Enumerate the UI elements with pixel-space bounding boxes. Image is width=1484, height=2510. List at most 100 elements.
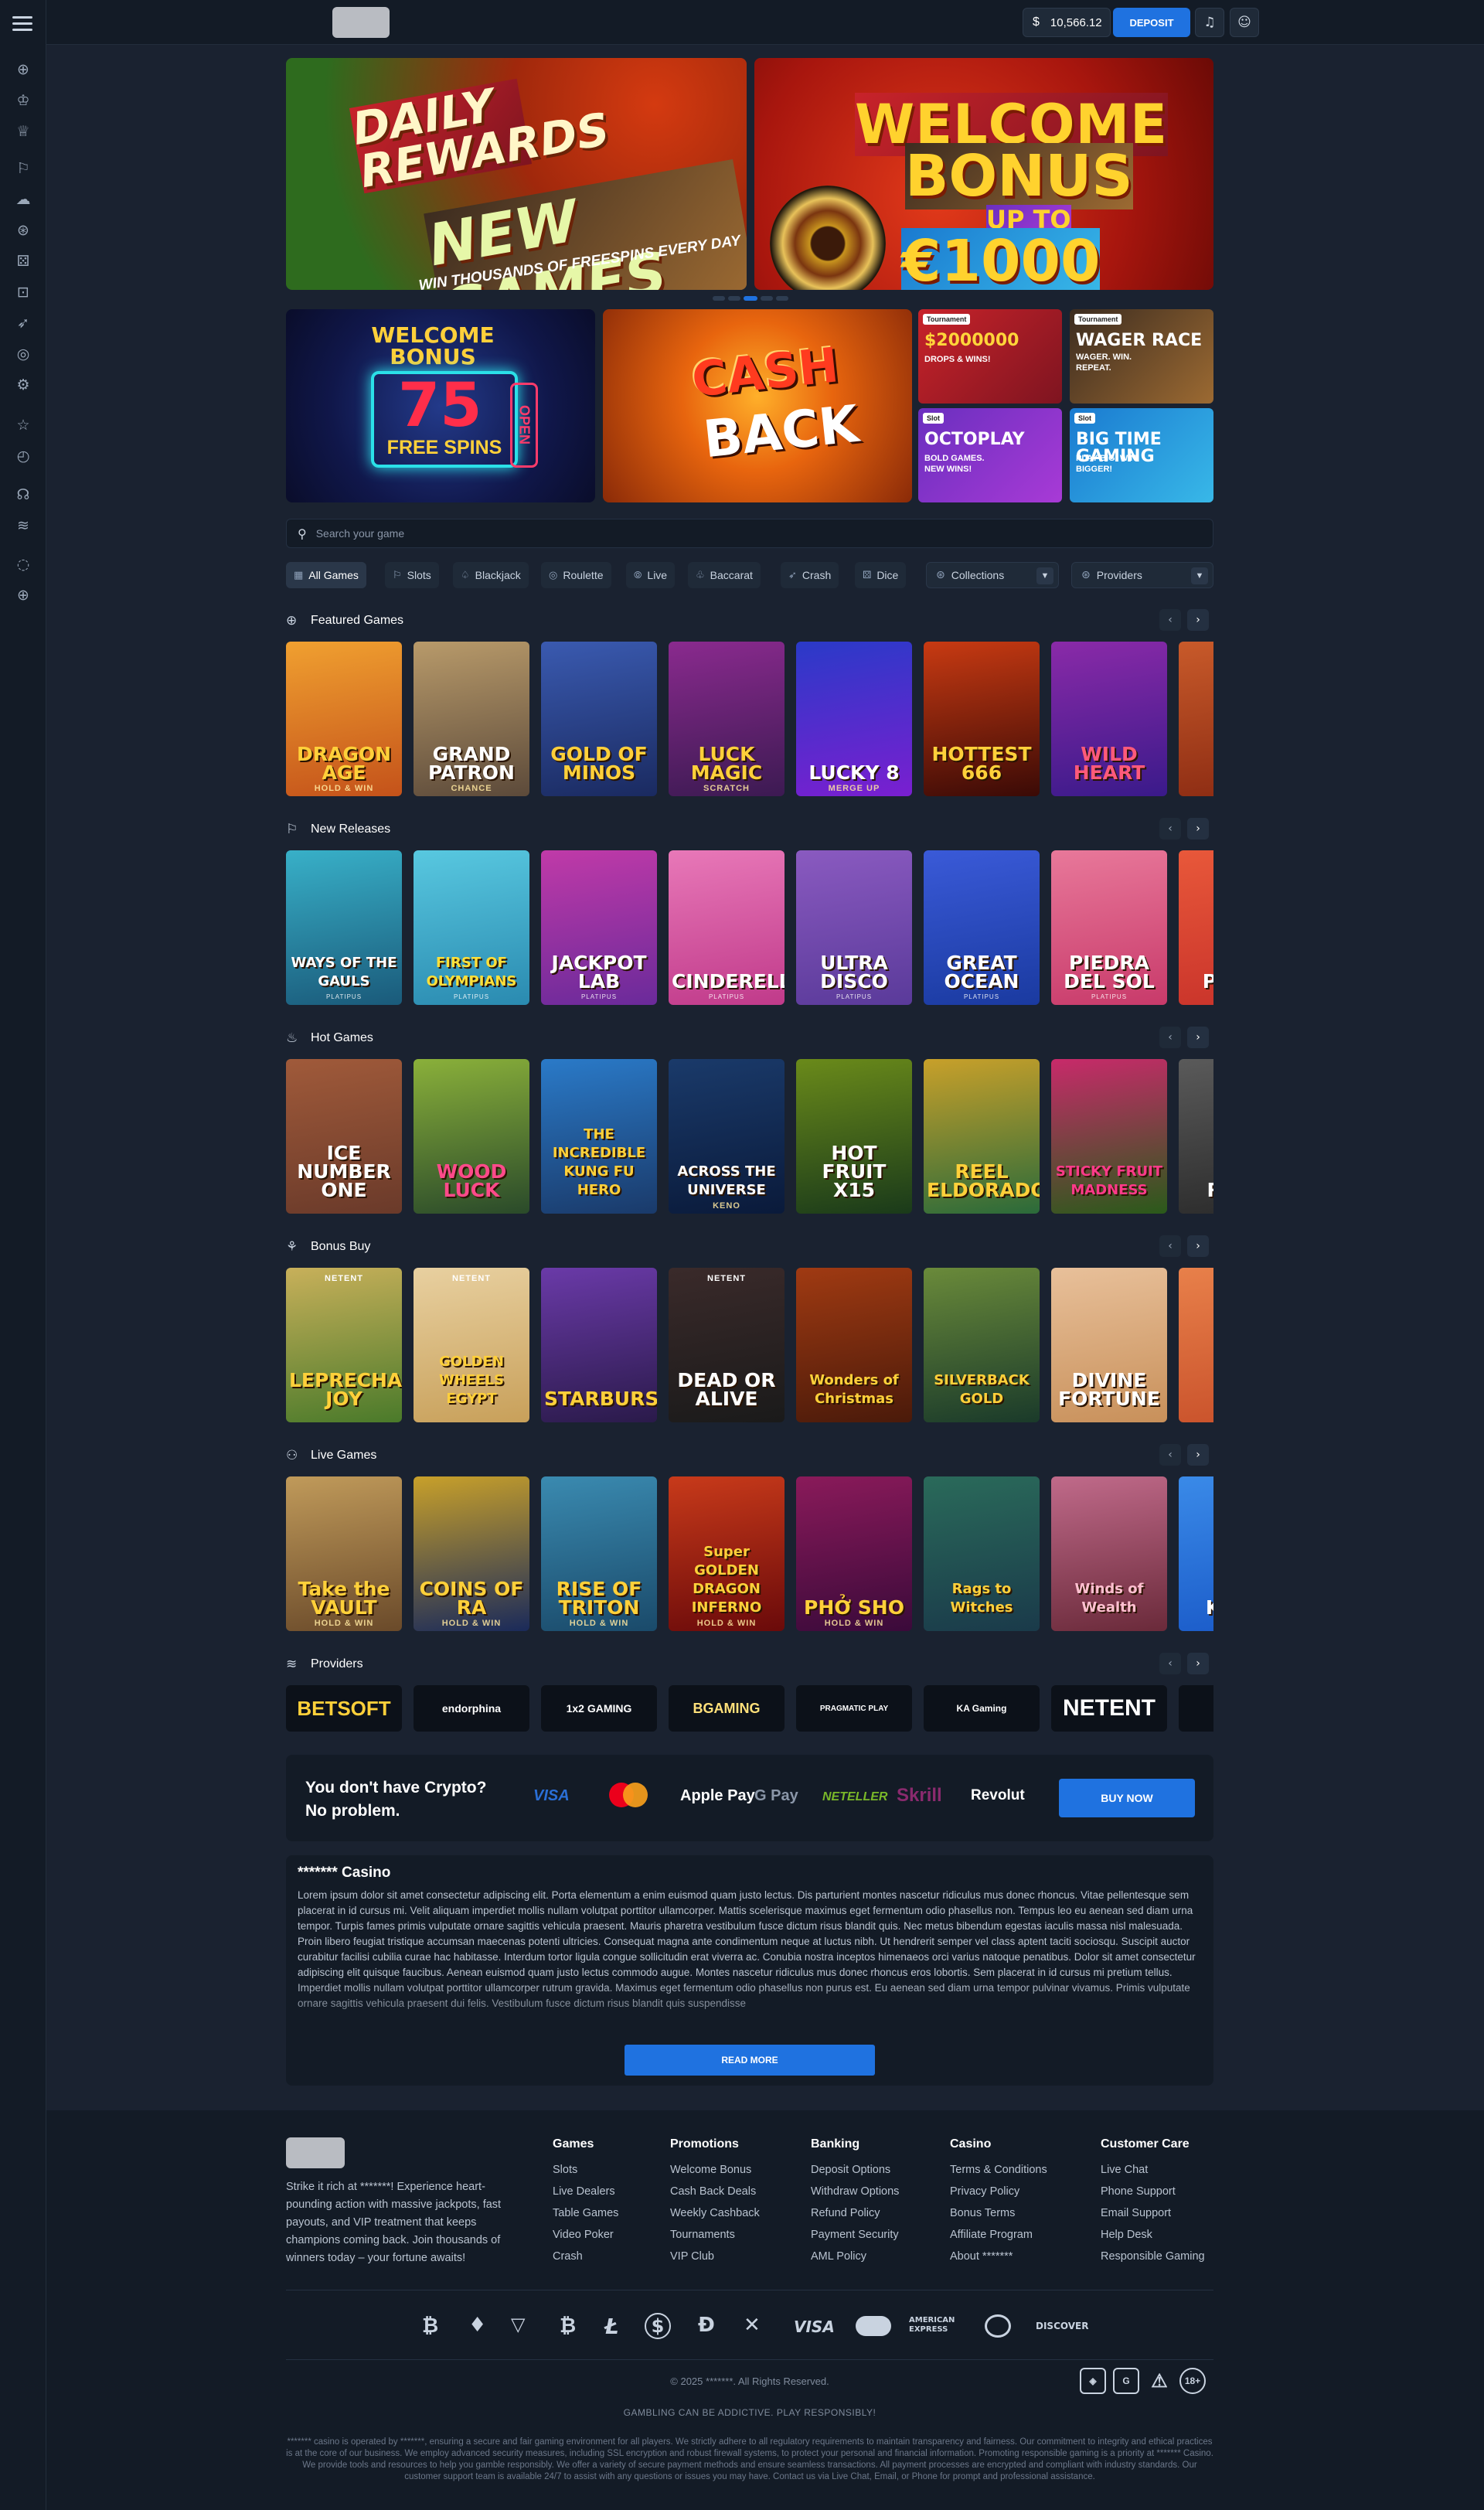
- ticket-icon[interactable]: ⊡: [12, 281, 34, 303]
- carousel-dot-active[interactable]: [744, 296, 757, 301]
- game-card[interactable]: COINS OF RA HOLD & WIN: [414, 1476, 529, 1631]
- footer-link[interactable]: Terms & Conditions: [950, 2162, 1047, 2184]
- user-icon[interactable]: ☺: [1230, 8, 1259, 37]
- game-card[interactable]: STARBURST: [541, 1268, 657, 1422]
- game-card[interactable]: KE BL: [1179, 1476, 1213, 1631]
- next-arrow-icon[interactable]: ›: [1187, 1444, 1209, 1466]
- read-more-button[interactable]: READ MORE: [625, 2045, 875, 2076]
- globe-icon[interactable]: ⊕: [12, 584, 34, 606]
- game-card[interactable]: WOOD LUCK: [414, 1059, 529, 1214]
- game-card[interactable]: WILD HEART: [1051, 642, 1167, 796]
- game-card[interactable]: Take the VAULT HOLD & WIN: [286, 1476, 402, 1631]
- footer-link[interactable]: About *******: [950, 2249, 1047, 2270]
- game-card[interactable]: LUCK MAGIC SCRATCH: [669, 642, 785, 796]
- carousel-dot[interactable]: [728, 296, 740, 301]
- prev-arrow-icon[interactable]: ‹: [1159, 1027, 1181, 1048]
- game-card[interactable]: R ULT: [1179, 1059, 1213, 1214]
- tab-slots[interactable]: ⚐ Slots: [385, 562, 439, 588]
- deposit-button[interactable]: DEPOSIT: [1113, 8, 1190, 37]
- tab-roulette[interactable]: ◎ Roulette: [541, 562, 611, 588]
- footer-link[interactable]: Email Support: [1101, 2205, 1205, 2227]
- game-card[interactable]: DIVINE FORTUNE: [1051, 1268, 1167, 1422]
- tournament-drops-tile[interactable]: Tournament $2000000 DROPS & WINS!: [918, 309, 1062, 404]
- next-arrow-icon[interactable]: ›: [1187, 1653, 1209, 1674]
- game-card[interactable]: LUCKY 8 MERGE UP: [796, 642, 912, 796]
- footer-link[interactable]: Crash: [553, 2249, 618, 2270]
- star-icon[interactable]: ☆: [12, 414, 34, 436]
- prev-arrow-icon[interactable]: ‹: [1159, 1653, 1181, 1674]
- trophy-icon[interactable]: ♕: [12, 121, 34, 142]
- footer-link[interactable]: Responsible Gaming: [1101, 2249, 1205, 2270]
- next-arrow-icon[interactable]: ›: [1187, 609, 1209, 631]
- game-card[interactable]: CINDERELLAPLATIPUS: [669, 850, 785, 1005]
- casino-icon[interactable]: ⊕: [12, 59, 34, 80]
- game-card[interactable]: PIR LE: [1179, 850, 1213, 1005]
- support-icon[interactable]: ☊: [12, 484, 34, 506]
- balance-display[interactable]: $ 10,566.12: [1023, 8, 1111, 37]
- tab-all-games[interactable]: ▦ All Games: [286, 562, 366, 588]
- game-card[interactable]: GOLD OF MINOS: [541, 642, 657, 796]
- footer-link[interactable]: Affiliate Program: [950, 2227, 1047, 2249]
- footer-link[interactable]: Payment Security: [811, 2227, 899, 2249]
- daily-rewards-banner[interactable]: DAILY REWARDS NEW GAMES WIN THOUSANDS OF…: [286, 58, 747, 290]
- game-card[interactable]: JACKPOT LAB PLATIPUS: [541, 850, 657, 1005]
- slot-octoplay-tile[interactable]: Slot OCTOPLAY BOLD GAMES. NEW WINS!: [918, 408, 1062, 502]
- footer-link[interactable]: Phone Support: [1101, 2184, 1205, 2205]
- sports-icon[interactable]: ⚐: [12, 158, 34, 179]
- provider-card[interactable]: KA Gaming: [924, 1685, 1040, 1732]
- next-arrow-icon[interactable]: ›: [1187, 1235, 1209, 1257]
- footer-link[interactable]: Bonus Terms: [950, 2205, 1047, 2227]
- slot-bigtime-tile[interactable]: Slot BIG TIME GAMING PLAY BIG. WIN BIGGE…: [1070, 408, 1213, 502]
- footer-link[interactable]: Tournaments: [670, 2227, 760, 2249]
- game-card[interactable]: STICKY FRUIT MADNESS: [1051, 1059, 1167, 1214]
- footer-link[interactable]: Cash Back Deals: [670, 2184, 760, 2205]
- tab-blackjack[interactable]: ♤ Blackjack: [453, 562, 529, 588]
- provider-card[interactable]: BGAMING: [669, 1685, 785, 1732]
- footer-link[interactable]: Refund Policy: [811, 2205, 899, 2227]
- provider-card[interactable]: endorphina: [414, 1685, 529, 1732]
- game-card[interactable]: GOLDEN WHEELS EGYPT NETENT: [414, 1268, 529, 1422]
- footer-link[interactable]: VIP Club: [670, 2249, 760, 2270]
- history-icon[interactable]: ◴: [12, 445, 34, 467]
- gamcare-icon[interactable]: G: [1113, 2368, 1139, 2394]
- provider-card[interactable]: Q: [1179, 1685, 1213, 1732]
- footer-link[interactable]: Weekly Cashback: [670, 2205, 760, 2227]
- tab-crash[interactable]: ➶ Crash: [781, 562, 839, 588]
- game-card[interactable]: REEL ELDORADO: [924, 1059, 1040, 1214]
- welcome-spins-banner[interactable]: WELCOME BONUS 75 FREE SPINS OPEN: [286, 309, 595, 502]
- bell-icon[interactable]: ♫: [1195, 8, 1224, 37]
- cashback-banner[interactable]: CASH BACK: [603, 309, 912, 502]
- provider-card[interactable]: 1x2 GAMING: [541, 1685, 657, 1732]
- carousel-dot[interactable]: [776, 296, 788, 301]
- chip-icon[interactable]: ⊛: [12, 220, 34, 241]
- footer-link[interactable]: Privacy Policy: [950, 2184, 1047, 2205]
- prev-arrow-icon[interactable]: ‹: [1159, 609, 1181, 631]
- game-card[interactable]: THE INCREDIBLE KUNG FU HERO: [541, 1059, 657, 1214]
- welcome-bonus-banner[interactable]: WELCOME BONUS UP TO €1000: [754, 58, 1213, 290]
- game-card[interactable]: ULTRA DISCO PLATIPUS: [796, 850, 912, 1005]
- game-card[interactable]: WAYS OF THE GAULS PLATIPUS: [286, 850, 402, 1005]
- collections-dropdown[interactable]: ⊛ Collections ▼: [926, 562, 1059, 588]
- tab-dice[interactable]: ⚄ Dice: [855, 562, 907, 588]
- game-card[interactable]: R: [1179, 1268, 1213, 1422]
- game-card[interactable]: Rags to Witches: [924, 1476, 1040, 1631]
- menu-icon[interactable]: [11, 12, 34, 34]
- footer-link[interactable]: Video Poker: [553, 2227, 618, 2249]
- footer-link[interactable]: Live Chat: [1101, 2162, 1205, 2184]
- game-card[interactable]: SILVERBACK GOLD: [924, 1268, 1040, 1422]
- game-card[interactable]: FIRST OF OLYMPIANS PLATIPUS: [414, 850, 529, 1005]
- tournament-wager-tile[interactable]: Tournament WAGER RACE WAGER. WIN. REPEAT…: [1070, 309, 1213, 404]
- footer-link[interactable]: Live Dealers: [553, 2184, 618, 2205]
- crown-icon[interactable]: ♔: [12, 90, 34, 111]
- rocket-icon[interactable]: ➶: [12, 312, 34, 334]
- providers-dropdown[interactable]: ⊛ Providers ▼: [1071, 562, 1213, 588]
- provider-card[interactable]: BETSOFT: [286, 1685, 402, 1732]
- game-card[interactable]: PHỞ SHO HOLD & WIN: [796, 1476, 912, 1631]
- game-card[interactable]: DRAGON AGE HOLD & WIN: [286, 642, 402, 796]
- tab-baccarat[interactable]: ♧ Baccarat: [688, 562, 761, 588]
- next-arrow-icon[interactable]: ›: [1187, 1027, 1209, 1048]
- game-card[interactable]: ICE NUMBER ONE: [286, 1059, 402, 1214]
- logo[interactable]: [332, 7, 390, 38]
- game-card[interactable]: HOTTEST 666: [924, 642, 1040, 796]
- game-card[interactable]: Wonders of Christmas: [796, 1268, 912, 1422]
